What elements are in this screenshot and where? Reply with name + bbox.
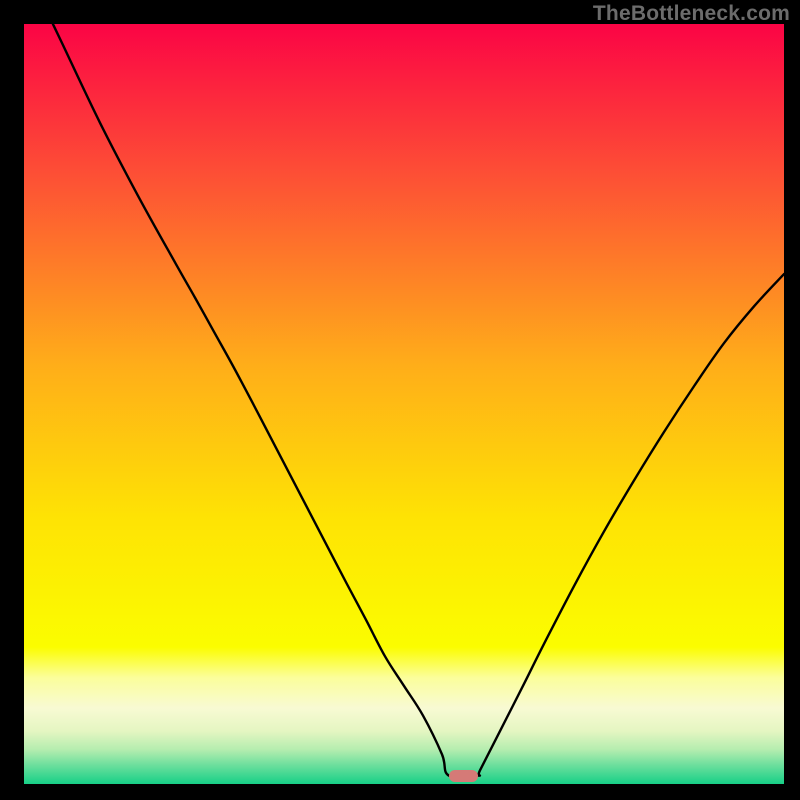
chart-frame: TheBottleneck.com <box>0 0 800 800</box>
plot-area <box>24 24 784 784</box>
optimal-point-marker <box>449 770 478 782</box>
bottleneck-curve <box>24 24 784 784</box>
watermark-text: TheBottleneck.com <box>593 2 790 26</box>
